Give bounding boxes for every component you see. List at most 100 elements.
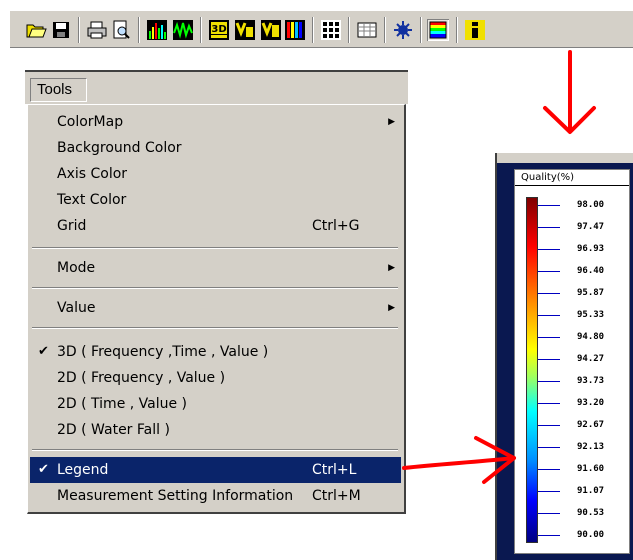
menu-item-3d-view[interactable]: ✔ 3D ( Frequency ,Time , Value ) (30, 339, 401, 365)
waveform-icon[interactable] (172, 19, 194, 41)
menu-item-background-color[interactable]: Background Color (30, 135, 401, 161)
menu-item-legend[interactable]: ✔ Legend Ctrl+L (30, 457, 401, 483)
menu-item-label: 2D ( Water Fall ) (57, 422, 170, 438)
legend-value-label: 95.87 (577, 288, 605, 298)
menu-item-label: Value (57, 300, 96, 316)
toolbar-separator (312, 17, 314, 43)
menu-item-colormap[interactable]: ColorMap ▶ (30, 109, 401, 135)
legend-tick (538, 205, 560, 206)
menu-item-mode[interactable]: Mode ▶ (30, 255, 401, 281)
legend-value-label: 98.00 (577, 200, 605, 210)
menu-item-label: ColorMap (57, 114, 124, 130)
spectrum-bars-icon[interactable] (146, 19, 168, 41)
menu-bar: Tools (25, 70, 408, 104)
print-icon[interactable] (86, 19, 108, 41)
menu-item-shortcut: Ctrl+G (312, 218, 360, 234)
legend-value-label: 92.13 (577, 442, 605, 452)
menu-item-label: 2D ( Time , Value ) (57, 396, 188, 412)
legend-tick (538, 315, 560, 316)
legend-value-label: 93.73 (577, 376, 605, 386)
table-icon[interactable] (356, 19, 378, 41)
tools-menu-title[interactable]: Tools (30, 78, 87, 102)
legend-panel: Quality(%) 98.00 97.47 96.93 96.40 95.87 95.3… (514, 169, 630, 554)
legend-value-label: 97.47 (577, 222, 605, 232)
toolbar-separator (138, 17, 140, 43)
menu-item-label: Measurement Setting Information (57, 488, 294, 504)
legend-value-label: 90.53 (577, 508, 605, 518)
toolbar-separator (78, 17, 80, 43)
menu-separator (32, 327, 398, 329)
checkmark-icon: ✔ (38, 344, 49, 359)
print-preview-icon[interactable] (110, 19, 132, 41)
menu-item-label: Text Color (57, 192, 127, 208)
legend-tick (538, 403, 560, 404)
legend-window: Quality(%) 98.00 97.47 96.93 96.40 95.87 95.3… (495, 153, 633, 560)
menu-item-label: Background Color (57, 140, 182, 156)
legend-tick (538, 249, 560, 250)
legend-value-label: 90.00 (577, 530, 605, 540)
legend-value-label: 96.93 (577, 244, 605, 254)
grid-icon[interactable] (320, 19, 342, 41)
menu-item-label: 2D ( Frequency , Value ) (57, 370, 226, 386)
menu-item-2d-water-fall[interactable]: 2D ( Water Fall ) (30, 417, 401, 443)
menu-item-text-color[interactable]: Text Color (30, 187, 401, 213)
legend-tick (538, 359, 560, 360)
legend-icon[interactable] (427, 19, 449, 41)
open-icon[interactable] (25, 19, 47, 41)
toolbar: 3D (10, 10, 633, 48)
legend-tick (538, 271, 560, 272)
legend-tick (538, 381, 560, 382)
legend-tick (538, 447, 560, 448)
legend-color-scale (526, 197, 538, 543)
legend-tick (538, 337, 560, 338)
legend-tick (538, 513, 560, 514)
menu-item-measurement-setting-information[interactable]: Measurement Setting Information Ctrl+M (30, 483, 401, 509)
legend-tick (538, 469, 560, 470)
waterfall-icon[interactable] (284, 19, 306, 41)
toolbar-separator (384, 17, 386, 43)
legend-tick (538, 293, 560, 294)
menu-item-label: Mode (57, 260, 96, 276)
legend-value-label: 94.80 (577, 332, 605, 342)
tools-dropdown-menu: ColorMap ▶ Background Color Axis Color T… (27, 104, 406, 514)
legend-value-label: 95.33 (577, 310, 605, 320)
legend-value-label: 91.07 (577, 486, 605, 496)
toolbar-separator (420, 17, 422, 43)
legend-tick (538, 491, 560, 492)
legend-value-label: 96.40 (577, 266, 605, 276)
submenu-arrow-icon: ▶ (388, 117, 395, 127)
menu-item-label: Axis Color (57, 166, 128, 182)
legend-title: Quality(%) (515, 170, 629, 186)
menu-separator (32, 247, 398, 249)
menu-item-axis-color[interactable]: Axis Color (30, 161, 401, 187)
settings-icon[interactable] (392, 19, 414, 41)
svg-text:3D: 3D (211, 24, 226, 35)
legend-value-label: 91.60 (577, 464, 605, 474)
view-vf-icon[interactable] (234, 19, 256, 41)
toolbar-separator (456, 17, 458, 43)
menu-item-value[interactable]: Value ▶ (30, 295, 401, 321)
menu-item-grid[interactable]: Grid Ctrl+G (30, 213, 401, 239)
toolbar-separator (348, 17, 350, 43)
menu-item-label: 3D ( Frequency ,Time , Value ) (57, 344, 269, 360)
checkmark-icon: ✔ (38, 462, 49, 477)
menu-item-2d-time-value[interactable]: 2D ( Time , Value ) (30, 391, 401, 417)
menu-item-shortcut: Ctrl+M (312, 488, 361, 504)
legend-value-label: 93.20 (577, 398, 605, 408)
view-3d-icon[interactable]: 3D (208, 19, 230, 41)
legend-tick (538, 227, 560, 228)
menu-item-2d-frequency-value[interactable]: 2D ( Frequency , Value ) (30, 365, 401, 391)
save-icon[interactable] (50, 19, 72, 41)
view-vt-icon[interactable] (260, 19, 282, 41)
legend-value-label: 92.67 (577, 420, 605, 430)
legend-tick (538, 535, 560, 536)
toolbar-separator (200, 17, 202, 43)
legend-window-frame (497, 153, 633, 163)
arrow-toolbar-to-legend (543, 50, 596, 134)
info-icon[interactable] (464, 19, 486, 41)
menu-item-label: Grid (57, 218, 87, 234)
menu-item-shortcut: Ctrl+L (312, 462, 357, 478)
menu-separator (32, 449, 398, 451)
menu-separator (32, 287, 398, 289)
legend-value-label: 94.27 (577, 354, 605, 364)
